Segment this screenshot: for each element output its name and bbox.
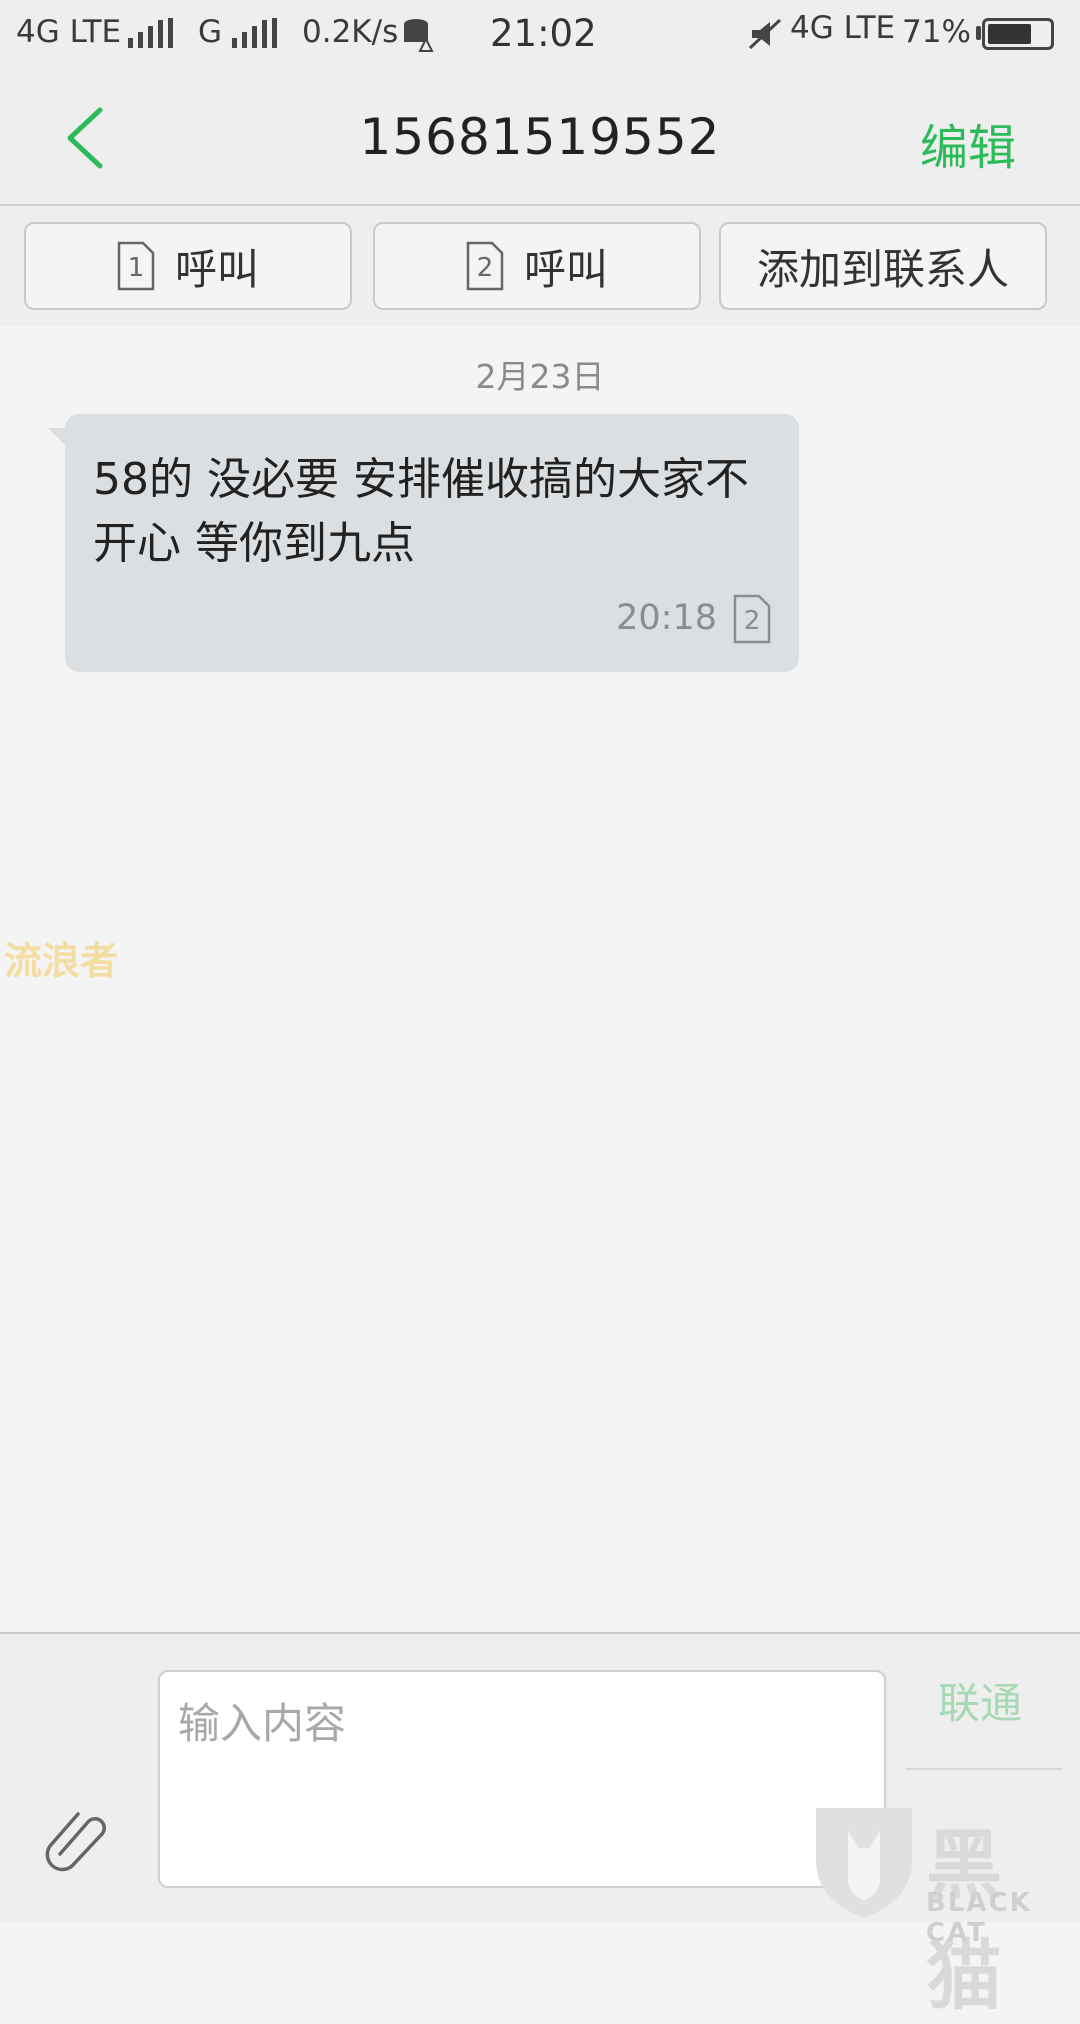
message-input-placeholder: 输入内容 (178, 1699, 347, 1748)
message-time: 20:18 (616, 598, 717, 638)
message-input[interactable]: 输入内容 (158, 1670, 886, 1888)
blackcat-logo-en: BLACK CAT (926, 1888, 1032, 1948)
network-type-2: G (198, 14, 223, 50)
date-separator: 2月23日 (475, 357, 605, 396)
mute-icon (748, 18, 782, 50)
carrier-selector[interactable]: 联通 (938, 1670, 1022, 1731)
watermark-text: 流浪者 (4, 939, 119, 983)
message-text: 58的 没必要 安排催收搞的大家不开心 等你到九点 (93, 454, 749, 569)
battery-icon (982, 18, 1054, 50)
contact-number-title: 15681519552 (359, 108, 721, 166)
composer-divider (906, 1768, 1062, 1770)
network-type-3: 4G LTE (790, 10, 896, 46)
data-warning-icon (404, 19, 434, 52)
edit-button[interactable]: 编辑 (920, 108, 1016, 178)
attachment-clip-icon[interactable] (44, 1804, 116, 1876)
message-sim-icon: 2 (733, 594, 771, 644)
shield-cat-icon (816, 1808, 912, 1918)
conversation-header: 15681519552 编辑 (0, 72, 1080, 206)
status-bar: 4G LTE G 0.2K/s 21:02 4G LTE 71% (0, 0, 1080, 72)
add-to-contacts-button[interactable]: 添加到联系人 (719, 222, 1047, 310)
call-sim2-button[interactable]: 2 呼叫 (373, 222, 701, 310)
call-sim1-button[interactable]: 1 呼叫 (24, 222, 352, 310)
signal-icon-2 (232, 18, 277, 48)
blackcat-logo: 黑猫 BLACK CAT (808, 1800, 1080, 2020)
call-sim2-label: 呼叫 (523, 244, 608, 294)
sim1-icon: 1 (117, 241, 155, 291)
battery-percent: 71% (902, 14, 971, 50)
action-bar: 1 呼叫 2 呼叫 添加到联系人 (0, 206, 1080, 326)
message-bubble[interactable]: 58的 没必要 安排催收搞的大家不开心 等你到九点 20:18 2 (65, 414, 799, 672)
data-speed: 0.2K/s (302, 14, 399, 50)
signal-icon-1 (128, 18, 173, 48)
sim2-icon: 2 (466, 241, 504, 291)
network-type-1: 4G LTE (16, 14, 122, 50)
clock: 21:02 (490, 12, 597, 55)
call-sim1-label: 呼叫 (174, 244, 259, 294)
